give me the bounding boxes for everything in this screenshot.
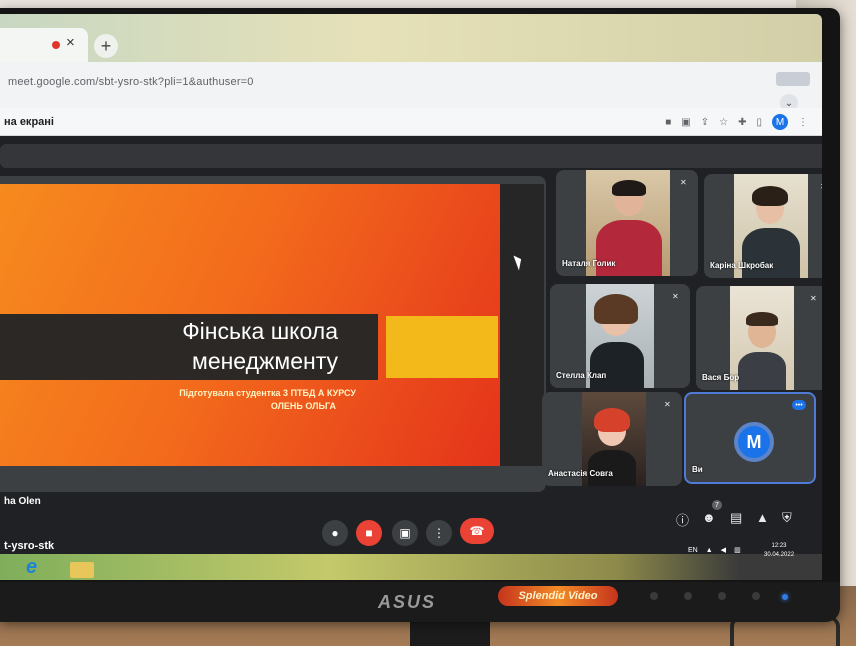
phone-hangup-icon: ☎ (469, 524, 485, 538)
splendid-badge: Splendid Video (498, 586, 618, 606)
slide-subtitle-line1: Підготувала студентка 3 ПТБД А КУРСУ (179, 388, 356, 398)
slide-title-line1: Фінська школа (182, 318, 338, 344)
volume-icon[interactable]: ◀ (721, 546, 726, 554)
mic-off-icon: ✕ (820, 182, 822, 192)
end-call-button[interactable]: ☎ (460, 518, 494, 544)
monitor-stand (410, 622, 490, 646)
slide-title-line2: менеджменту (192, 348, 338, 374)
sidebar-icon[interactable]: ▯ (756, 117, 762, 128)
present-button[interactable]: ▣ (392, 520, 418, 546)
participant-tile[interactable]: ✕ Анастасія Совга (542, 392, 682, 486)
internet-explorer-icon[interactable]: e (26, 556, 37, 579)
tab-close-button[interactable]: × (66, 34, 75, 51)
monitor-button[interactable] (752, 592, 760, 600)
participant-hair (752, 186, 788, 206)
system-tray: EN ▲ ◀ ▥ (688, 546, 741, 555)
people-button[interactable]: ☻ (702, 510, 716, 525)
taskbar-clock[interactable]: 12:23 30.04.2022 (764, 542, 794, 560)
participant-count-badge: 7 (712, 500, 722, 510)
meeting-code: t-ysro-stk (4, 540, 55, 552)
url-text[interactable]: meet.google.com/sbt-ysro-stk?pli=1&authu… (8, 76, 254, 88)
translate-icon[interactable]: ▣ (681, 117, 690, 128)
camera-off-icon: ■ (365, 526, 373, 540)
meet-top-bar (0, 144, 822, 168)
presenter-name: ha Olen (4, 496, 41, 507)
monitor-button[interactable] (684, 592, 692, 600)
participant-hair (594, 294, 638, 324)
mic-off-icon: ✕ (664, 400, 671, 409)
more-vert-icon: ⋮ (433, 526, 445, 540)
participant-name: Стелла Клап (556, 371, 607, 380)
extensions-icon[interactable]: ✚ (738, 117, 746, 128)
star-icon[interactable]: ☆ (719, 117, 728, 128)
mic-off-icon: ✕ (810, 294, 817, 303)
shapes-icon: ▲ (756, 510, 769, 525)
host-controls-button[interactable]: ⛨ (782, 510, 792, 526)
speaking-indicator-icon: ••• (792, 400, 806, 410)
clock-date: 30.04.2022 (764, 552, 795, 558)
language-indicator[interactable]: EN (688, 547, 698, 554)
info-button[interactable]: ⓘ (676, 510, 689, 529)
camera-button[interactable]: ■ (356, 520, 382, 546)
people-icon: ☻ (702, 510, 716, 525)
participant-name: Ви (692, 465, 703, 474)
participant-name: Наталя Голик (562, 259, 616, 268)
file-explorer-icon[interactable] (70, 562, 94, 578)
monitor-brand-logo: ASUS (378, 592, 437, 612)
activities-button[interactable]: ▲ (756, 510, 769, 525)
self-tile[interactable]: M ••• Ви (684, 392, 816, 484)
window-controls[interactable] (776, 72, 810, 86)
more-options-button[interactable]: ⋮ (426, 520, 452, 546)
monitor-button[interactable] (650, 592, 658, 600)
mic-off-icon: ✕ (680, 178, 687, 187)
chat-icon: ▤ (730, 510, 743, 525)
participant-body (742, 228, 800, 278)
chat-button[interactable]: ▤ (730, 510, 742, 526)
camera-icon[interactable]: ■ (665, 117, 671, 128)
participant-body (738, 352, 786, 390)
extension-toolbar: ■ ▣ ⇪ ☆ ✚ ▯ M ⋮ (665, 114, 808, 130)
participant-name: Вася Бор (702, 373, 740, 382)
presenting-label: на екрані (4, 116, 54, 128)
participant-hair (594, 408, 630, 432)
slide-accent-box (386, 316, 498, 378)
share-icon[interactable]: ⇪ (701, 117, 709, 128)
clock-time: 12:23 (771, 543, 787, 549)
windows-taskbar (0, 554, 822, 580)
profile-avatar[interactable]: M (772, 114, 788, 130)
participant-tile[interactable]: ✕ Наталя Голик (556, 170, 698, 276)
screen: × + meet.google.com/sbt-ysro-stk?pli=1&a… (0, 14, 822, 580)
self-avatar: M (734, 422, 774, 462)
power-led-icon (782, 594, 788, 600)
tray-arrow-icon[interactable]: ▲ (706, 547, 713, 554)
participant-body (590, 342, 644, 388)
participant-body (588, 450, 636, 486)
participant-name: Анастасія Совга (548, 469, 613, 478)
info-icon: ⓘ (676, 513, 690, 528)
menu-icon[interactable]: ⋮ (798, 117, 808, 128)
slide-subtitle-line2: ОЛЕНЬ ОЛЬГА (270, 401, 336, 411)
participant-name: Каріна Шкробак (710, 261, 774, 270)
network-icon[interactable]: ▥ (734, 546, 741, 554)
participant-tile[interactable]: ✕ Вася Бор (696, 286, 822, 390)
tab-strip (0, 14, 822, 62)
slide-side-panel (500, 184, 544, 466)
participant-hair (746, 312, 778, 326)
participant-tile[interactable]: ✕ Стелла Клап (550, 284, 690, 388)
browser-tab[interactable] (0, 28, 88, 62)
participant-tile[interactable]: ✕ Каріна Шкробак (704, 174, 822, 278)
recording-dot-icon (52, 41, 60, 49)
participant-hair (612, 180, 646, 196)
present-screen-icon: ▣ (399, 526, 411, 540)
new-tab-button[interactable]: + (94, 34, 118, 58)
mic-icon: ● (331, 526, 339, 540)
shield-icon: ⛨ (782, 510, 792, 525)
monitor-button[interactable] (718, 592, 726, 600)
microphone-button[interactable]: ● (322, 520, 348, 546)
mic-off-icon: ✕ (672, 292, 679, 301)
